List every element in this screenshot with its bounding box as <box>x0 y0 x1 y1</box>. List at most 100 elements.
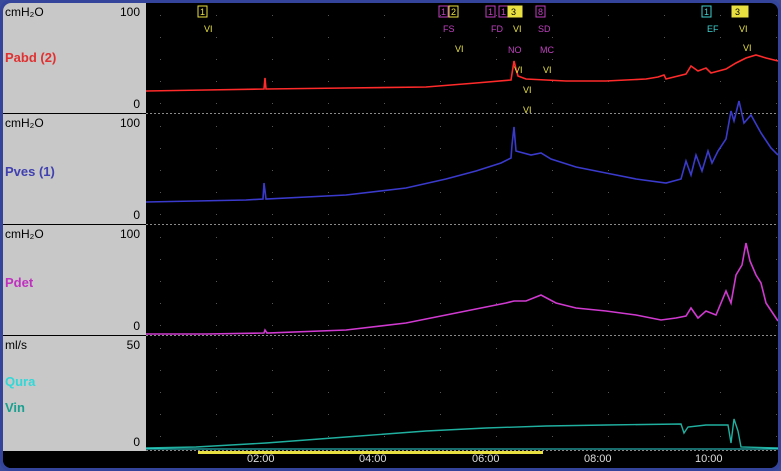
grid-dot <box>328 370 329 371</box>
grid-dot <box>552 126 553 127</box>
grid-dot <box>496 370 497 371</box>
grid-dot <box>608 15 609 16</box>
grid-dot <box>664 103 665 104</box>
annotation-vi: VI <box>543 65 552 75</box>
event-markers[interactable]: 1 VI 1 2 FS 1 FD 1 3 VI 8 SD 1 EF 3 VI <box>197 5 749 34</box>
grid-dot <box>272 325 273 326</box>
time-tick: 02:00 <box>247 453 275 465</box>
grid-dot <box>384 348 385 349</box>
grid-dot <box>720 414 721 415</box>
grid-dot <box>384 15 385 16</box>
grid-dot <box>496 148 497 149</box>
annotation-vi: VI <box>523 105 532 115</box>
grid-dot <box>552 348 553 349</box>
marker-label: VI <box>513 24 522 34</box>
grid-dot <box>328 170 329 171</box>
min-label: 0 <box>133 97 140 111</box>
grid-dot <box>328 15 329 16</box>
unit-label: cmH₂O <box>5 5 44 19</box>
grid-dot <box>776 81 777 82</box>
channel-name[interactable]: Pabd (2) <box>5 50 56 65</box>
grid-dot <box>440 392 441 393</box>
grid-dot <box>216 126 217 127</box>
grid-dot <box>272 370 273 371</box>
time-axis <box>3 451 778 468</box>
grid-dot <box>552 148 553 149</box>
grid-dot <box>720 370 721 371</box>
vin-trace <box>146 418 778 449</box>
channel-panel-pves: cmH₂O 100 Pves (1) 0 <box>3 114 146 224</box>
grid-dot <box>328 414 329 415</box>
channel-panel-flow: ml/s 50 Qura Vin 0 <box>3 336 146 451</box>
marker-2[interactable]: 1 <box>438 5 449 18</box>
grid-dot <box>552 37 553 38</box>
grid-dot <box>384 370 385 371</box>
time-tick: 04:00 <box>359 453 387 465</box>
grid-dot <box>608 259 609 260</box>
marker-num: 1 <box>488 7 493 17</box>
grid-dot <box>216 103 217 104</box>
grid-dot <box>440 126 441 127</box>
channel-name[interactable]: Pves (1) <box>5 164 55 179</box>
marker-label: VI <box>739 24 748 34</box>
grid-dot <box>664 192 665 193</box>
channel-panel-pdet: cmH₂O 100 Pdet 0 <box>3 225 146 335</box>
grid-dot <box>664 37 665 38</box>
marker-9[interactable]: 3 VI <box>731 5 749 34</box>
grid-dot <box>160 392 161 393</box>
grid-dot <box>216 259 217 260</box>
marker-num: 1 <box>704 7 709 17</box>
grid-dot <box>440 214 441 215</box>
grid-dot <box>720 192 721 193</box>
min-label: 0 <box>133 435 140 449</box>
annotation-mc: MC <box>540 45 554 55</box>
max-label: 100 <box>119 116 140 130</box>
grid-dot <box>440 348 441 349</box>
grid-dot <box>328 259 329 260</box>
grid-dot <box>552 436 553 437</box>
grid-dot <box>384 214 385 215</box>
channel-name[interactable]: Pdet <box>5 275 33 290</box>
channel-name-vin[interactable]: Vin <box>5 400 25 415</box>
grid-dot <box>608 392 609 393</box>
grid-dot <box>608 37 609 38</box>
grid-dot <box>664 303 665 304</box>
channel-name-qura[interactable]: Qura <box>5 374 35 389</box>
grid-dot <box>664 348 665 349</box>
marker-8[interactable]: 1 EF <box>701 5 719 34</box>
grid-dot <box>776 370 777 371</box>
trace-plot[interactable]: 1 VI 1 2 FS 1 FD 1 3 VI 8 SD 1 EF 3 VI V… <box>146 3 778 468</box>
pdet-trace <box>146 242 778 335</box>
grid-dot <box>384 281 385 282</box>
grid-dot <box>384 170 385 171</box>
grid-dot <box>440 59 441 60</box>
grid-dot <box>664 237 665 238</box>
grid-dot <box>664 170 665 171</box>
grid-dot <box>496 348 497 349</box>
marker-1[interactable]: 1 VI <box>197 5 213 34</box>
grid-dot <box>384 81 385 82</box>
grid-dot <box>608 348 609 349</box>
grid-dot <box>384 303 385 304</box>
grid-dot <box>776 103 777 104</box>
marker-5[interactable]: 1 <box>498 5 509 18</box>
grid-dot <box>496 325 497 326</box>
grid-dot <box>496 59 497 60</box>
grid-dot <box>160 37 161 38</box>
grid-dot <box>552 303 553 304</box>
grid-dot <box>216 348 217 349</box>
grid-dot <box>328 37 329 38</box>
grid-dot <box>384 392 385 393</box>
annotation-vi: VI <box>455 44 464 54</box>
marker-num: 1 <box>441 7 446 17</box>
grid-dot <box>776 37 777 38</box>
marker-6[interactable]: 3 VI <box>507 5 523 34</box>
grid-dot <box>496 170 497 171</box>
marker-7[interactable]: 8 SD <box>535 5 551 34</box>
grid-dot <box>664 325 665 326</box>
grid-dot <box>776 325 777 326</box>
grid-dot <box>160 325 161 326</box>
grid-dot <box>272 81 273 82</box>
urodynamics-window: cmH₂O 100 Pabd (2) 0 cmH₂O 100 Pves (1) … <box>3 3 778 468</box>
grid-dot <box>608 59 609 60</box>
